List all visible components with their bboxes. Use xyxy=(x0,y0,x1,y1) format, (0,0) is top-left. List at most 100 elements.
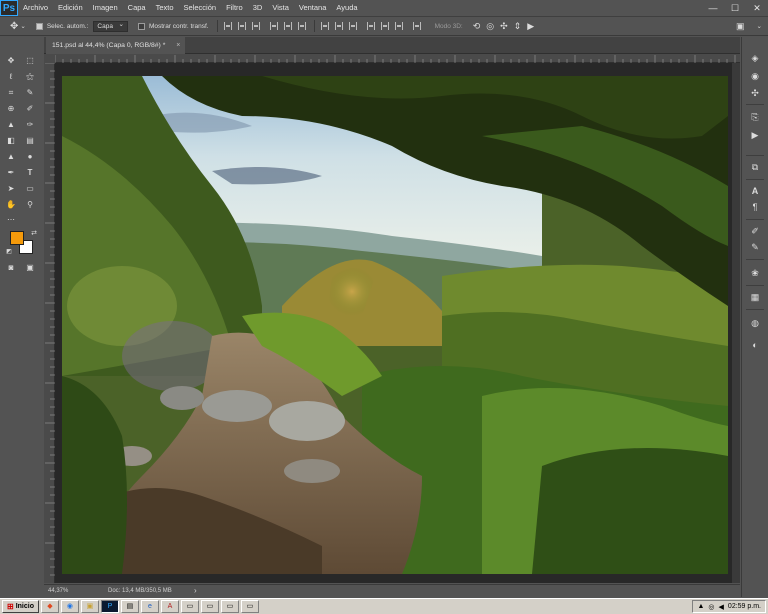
magic-wand-icon[interactable]: ⚝ xyxy=(24,71,36,83)
close-tab-icon[interactable]: × xyxy=(176,37,180,54)
auto-align-icon[interactable] xyxy=(412,22,421,30)
close-window-button[interactable]: ✕ xyxy=(746,0,768,16)
distribute-bottom-icon[interactable] xyxy=(348,22,357,30)
distribute-right-icon[interactable] xyxy=(394,22,403,30)
brave-browser-icon[interactable]: ◆ xyxy=(40,600,59,613)
dodge-icon[interactable]: ● xyxy=(24,151,36,163)
align-right-icon[interactable] xyxy=(297,22,306,30)
swatches-icon[interactable]: ▦ xyxy=(749,291,761,303)
move-tool-preset-icon[interactable]: ✥ xyxy=(10,21,18,32)
menu-seleccion[interactable]: Selección xyxy=(179,0,222,16)
stamp-icon[interactable]: ▲ xyxy=(5,119,17,131)
move-icon[interactable]: ✥ xyxy=(5,55,17,67)
distribute-left-icon[interactable] xyxy=(366,22,375,30)
type-icon[interactable]: T xyxy=(24,167,36,179)
zoom-icon[interactable]: ⚲ xyxy=(24,199,36,211)
styles-icon[interactable]: ❀ xyxy=(749,267,761,279)
window-icon[interactable]: ▭ xyxy=(180,600,199,613)
horizontal-ruler[interactable] xyxy=(54,54,740,63)
status-menu-arrow[interactable]: › xyxy=(194,585,197,597)
document-tab[interactable]: 151.psd al 44,4% (Capa 0, RGB/8#) * × xyxy=(46,37,186,54)
menu-vista[interactable]: Vista xyxy=(267,0,294,16)
paths-icon[interactable]: ✣ xyxy=(749,87,761,99)
screen-mode-icon[interactable]: ▣ xyxy=(24,262,36,274)
3d-scale-icon[interactable]: ▶ xyxy=(527,21,534,32)
network-icon[interactable]: ▲ xyxy=(697,603,704,610)
align-top-icon[interactable] xyxy=(223,22,232,30)
distribute-vcenter-icon[interactable] xyxy=(334,22,343,30)
window-icon[interactable]: ▭ xyxy=(220,600,239,613)
media-icon[interactable]: ▤ xyxy=(120,600,139,613)
show-transform-checkbox[interactable] xyxy=(137,22,145,30)
chevron-down-icon[interactable]: ⌄ xyxy=(757,22,762,30)
quick-mask-icon[interactable]: ◙ xyxy=(5,262,17,274)
explorer-icon[interactable]: ▣ xyxy=(80,600,99,613)
shape-icon[interactable]: ▭ xyxy=(24,183,36,195)
channels-icon[interactable]: ◉ xyxy=(749,70,761,82)
align-vcenter-icon[interactable] xyxy=(237,22,246,30)
menu-filtro[interactable]: Filtro xyxy=(221,0,248,16)
brush-icon[interactable]: ✐ xyxy=(24,103,36,115)
zoom-level[interactable]: 44,37% xyxy=(48,585,68,597)
libraries-icon[interactable]: ◍ xyxy=(749,317,761,329)
window-icon[interactable]: ▭ xyxy=(240,600,259,613)
menu-ayuda[interactable]: Ayuda xyxy=(331,0,362,16)
menu-texto[interactable]: Texto xyxy=(151,0,179,16)
eyedropper-icon[interactable]: ✎ xyxy=(24,87,36,99)
clock[interactable]: 02:59 p.m. xyxy=(728,603,761,610)
clone-source-icon[interactable]: ⧉ xyxy=(749,161,761,173)
3d-rotate-icon[interactable]: ⟲ xyxy=(473,21,481,32)
menu-3d[interactable]: 3D xyxy=(248,0,268,16)
eraser-icon[interactable]: ◧ xyxy=(5,135,17,147)
3d-pan-icon[interactable]: ✣ xyxy=(500,21,508,32)
brush-settings-icon[interactable]: ✎ xyxy=(749,241,761,253)
vertical-scrollbar[interactable] xyxy=(732,63,740,583)
document-canvas-image[interactable] xyxy=(62,76,728,574)
actions-icon[interactable]: ▶ xyxy=(749,129,761,141)
paragraph-icon[interactable]: ¶ xyxy=(749,201,761,213)
volume-icon[interactable]: ◀ xyxy=(719,603,724,611)
healing-icon[interactable]: ⊕ xyxy=(5,103,17,115)
marquee-icon[interactable]: ⬚ xyxy=(24,55,36,67)
minimize-button[interactable]: — xyxy=(702,0,724,16)
window-icon[interactable]: ▭ xyxy=(200,600,219,613)
align-bottom-icon[interactable] xyxy=(251,22,260,30)
pen-icon[interactable]: ✒ xyxy=(5,167,17,179)
menu-capa[interactable]: Capa xyxy=(123,0,151,16)
3d-slide-icon[interactable]: ⇕ xyxy=(514,21,522,32)
hand-icon[interactable]: ✋ xyxy=(5,199,17,211)
default-colors-icon[interactable]: ◩ xyxy=(3,246,15,258)
path-select-icon[interactable]: ➤ xyxy=(5,183,17,195)
align-left-icon[interactable] xyxy=(269,22,278,30)
3d-roll-icon[interactable]: ◎ xyxy=(486,21,494,32)
distribute-top-icon[interactable] xyxy=(320,22,329,30)
app-icon[interactable]: A xyxy=(160,600,179,613)
maximize-button[interactable]: ☐ xyxy=(724,0,746,16)
menu-edicion[interactable]: Edición xyxy=(53,0,88,16)
start-button[interactable]: ⊞ Inicio xyxy=(2,600,39,613)
crop-icon[interactable]: ⌗ xyxy=(5,87,17,99)
menu-archivo[interactable]: Archivo xyxy=(18,0,53,16)
chevron-down-icon[interactable]: ⌄ xyxy=(20,22,25,30)
align-hcenter-icon[interactable] xyxy=(283,22,292,30)
history-icon[interactable]: ⎘ xyxy=(749,111,761,123)
auto-select-dropdown[interactable]: Capa xyxy=(93,20,128,32)
brushes-icon[interactable]: ✐ xyxy=(749,225,761,237)
swap-colors-icon[interactable]: ⇄ xyxy=(28,228,40,240)
auto-select-checkbox[interactable] xyxy=(35,22,43,30)
chrome-icon[interactable]: ◉ xyxy=(60,600,79,613)
more-tools-icon[interactable]: ⋯ xyxy=(5,214,17,226)
ie-icon[interactable]: e xyxy=(140,600,159,613)
history-brush-icon[interactable]: ✑ xyxy=(24,119,36,131)
photoshop-taskbar-icon[interactable]: P xyxy=(100,600,119,613)
adjustments-icon[interactable]: ◐ xyxy=(749,339,761,351)
workspace-switch-icon[interactable]: ▣ xyxy=(736,21,745,32)
menu-ventana[interactable]: Ventana xyxy=(294,0,332,16)
lasso-icon[interactable]: ℓ xyxy=(5,71,17,83)
vertical-ruler[interactable] xyxy=(44,62,55,583)
gradient-icon[interactable]: ▤ xyxy=(24,135,36,147)
layers-icon[interactable]: ◈ xyxy=(749,52,761,64)
blur-icon[interactable]: ▲ xyxy=(5,151,17,163)
foreground-color-swatch[interactable] xyxy=(10,231,24,245)
distribute-hcenter-icon[interactable] xyxy=(380,22,389,30)
